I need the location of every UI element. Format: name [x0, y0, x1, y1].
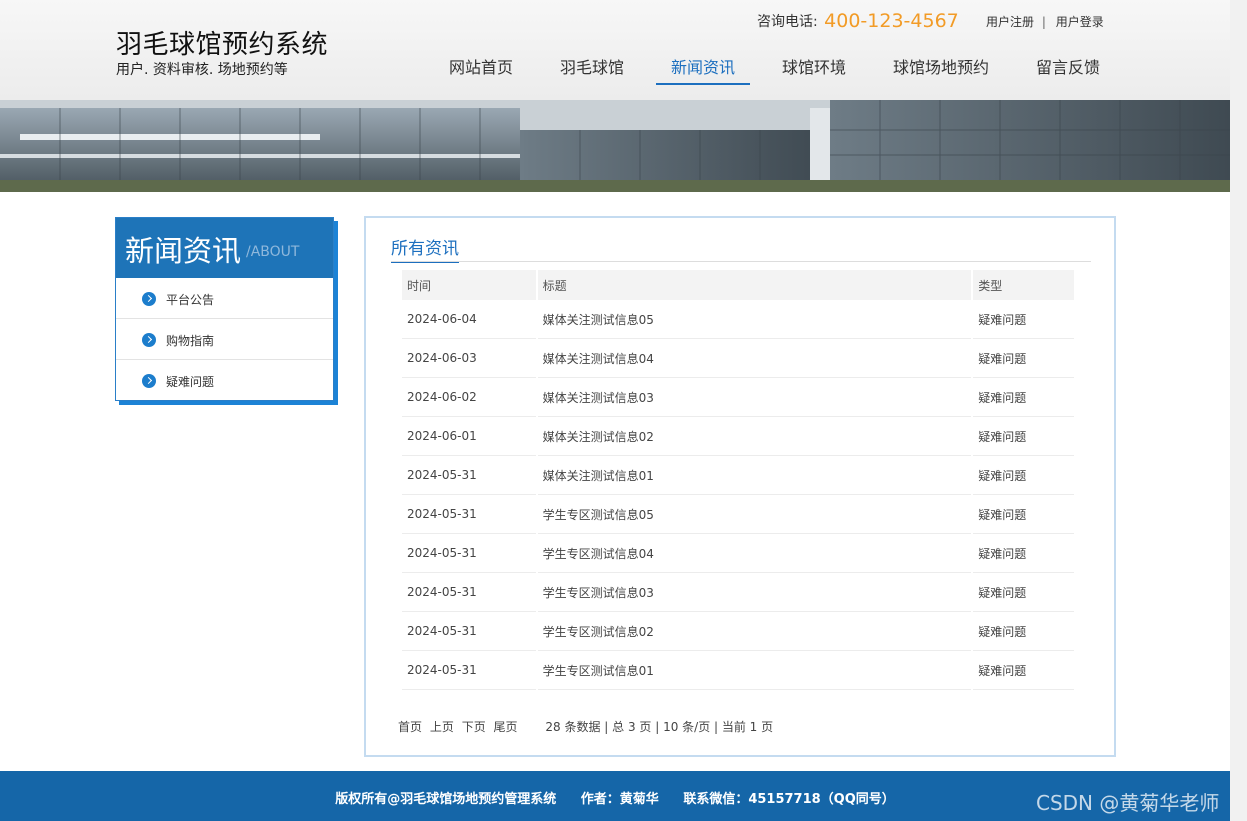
sidebar-item-label: 疑难问题: [166, 375, 215, 389]
site-subtitle: 用户. 资料审核. 场地预约等: [116, 62, 288, 78]
cell-type: 疑难问题: [973, 651, 1074, 690]
cell-title[interactable]: 媒体关注测试信息01: [537, 456, 972, 495]
news-panel: 所有资讯 时间 标题 类型 2024-06-04 媒体关注测试信息05 疑难问题 20…: [364, 216, 1116, 757]
table-row[interactable]: 2024-05-31 学生专区测试信息04 疑难问题: [402, 534, 1074, 573]
sidebar: 新闻资讯 /ABOUT 平台公告 购物指南 疑难问题: [115, 217, 338, 405]
register-link[interactable]: 用户注册: [986, 15, 1034, 29]
cell-title[interactable]: 媒体关注测试信息05: [537, 300, 972, 339]
user-links-separator: |: [1041, 15, 1046, 29]
cell-title[interactable]: 学生专区测试信息03: [537, 573, 972, 612]
cell-date: 2024-06-01: [402, 417, 536, 456]
nav-item-booking[interactable]: 球馆场地预约: [893, 58, 989, 85]
pager-first[interactable]: 首页: [398, 720, 422, 734]
pagination: 首页 上页 下页 尾页 28 条数据 | 总 3 页 | 10 条/页 | 当前…: [398, 718, 773, 735]
user-links: 用户注册 | 用户登录: [986, 13, 1104, 30]
sidebar-subtitle: /ABOUT: [246, 244, 300, 260]
table-row[interactable]: 2024-05-31 学生专区测试信息02 疑难问题: [402, 612, 1074, 651]
header: 羽毛球馆预约系统 用户. 资料审核. 场地预约等 咨询电话: 400-123-4…: [0, 0, 1230, 100]
footer-copyright: 版权所有@羽毛球馆场地预约管理系统: [335, 792, 557, 807]
cell-title[interactable]: 媒体关注测试信息03: [537, 378, 972, 417]
sidebar-item-faq[interactable]: 疑难问题: [116, 360, 333, 401]
login-link[interactable]: 用户登录: [1056, 15, 1104, 29]
cell-type: 疑难问题: [973, 339, 1074, 378]
table-header-row: 时间 标题 类型: [402, 270, 1074, 300]
watermark: CSDN @黄菊华老师: [1036, 791, 1220, 815]
column-header-title: 标题: [537, 270, 972, 300]
cell-title[interactable]: 学生专区测试信息04: [537, 534, 972, 573]
column-header-type: 类型: [973, 270, 1074, 300]
cell-date: 2024-06-04: [402, 300, 536, 339]
pager-last[interactable]: 尾页: [494, 720, 518, 734]
cell-title[interactable]: 媒体关注测试信息04: [537, 339, 972, 378]
cell-title[interactable]: 学生专区测试信息01: [537, 651, 972, 690]
hotline-label: 咨询电话:: [757, 14, 818, 30]
news-table-body: 2024-06-04 媒体关注测试信息05 疑难问题 2024-06-03 媒体关注测试…: [402, 300, 1074, 690]
building-illustration: [0, 100, 1230, 192]
sidebar-box: 新闻资讯 /ABOUT 平台公告 购物指南 疑难问题: [115, 217, 334, 401]
cell-title[interactable]: 媒体关注测试信息02: [537, 417, 972, 456]
cell-date: 2024-06-03: [402, 339, 536, 378]
scrollbar[interactable]: [1230, 0, 1247, 821]
page: 羽毛球馆预约系统 用户. 资料审核. 场地预约等 咨询电话: 400-123-4…: [0, 0, 1247, 821]
pager-prev[interactable]: 上页: [430, 720, 454, 734]
cell-type: 疑难问题: [973, 456, 1074, 495]
table-row[interactable]: 2024-06-04 媒体关注测试信息05 疑难问题: [402, 300, 1074, 339]
cell-type: 疑难问题: [973, 300, 1074, 339]
nav-item-feedback[interactable]: 留言反馈: [1036, 58, 1100, 85]
cell-title[interactable]: 学生专区测试信息02: [537, 612, 972, 651]
table-row[interactable]: 2024-05-31 媒体关注测试信息01 疑难问题: [402, 456, 1074, 495]
cell-type: 疑难问题: [973, 573, 1074, 612]
news-table: 时间 标题 类型 2024-06-04 媒体关注测试信息05 疑难问题 2024-06…: [400, 270, 1076, 690]
cell-type: 疑难问题: [973, 534, 1074, 573]
cell-type: 疑难问题: [973, 417, 1074, 456]
arrow-circle-icon: [142, 333, 156, 347]
arrow-circle-icon: [142, 292, 156, 306]
arrow-circle-icon: [142, 374, 156, 388]
footer-author: 作者：黄菊华: [580, 792, 659, 807]
nav-item-environment[interactable]: 球馆环境: [782, 58, 846, 85]
cell-date: 2024-06-02: [402, 378, 536, 417]
table-row[interactable]: 2024-05-31 学生专区测试信息05 疑难问题: [402, 495, 1074, 534]
hotline-number: 400-123-4567: [824, 10, 959, 32]
sidebar-title: 新闻资讯: [125, 234, 242, 268]
table-row[interactable]: 2024-05-31 学生专区测试信息01 疑难问题: [402, 651, 1074, 690]
cell-title[interactable]: 学生专区测试信息05: [537, 495, 972, 534]
cell-type: 疑难问题: [973, 378, 1074, 417]
column-header-date: 时间: [402, 270, 536, 300]
cell-date: 2024-05-31: [402, 573, 536, 612]
cell-date: 2024-05-31: [402, 534, 536, 573]
cell-date: 2024-05-31: [402, 456, 536, 495]
pager-next[interactable]: 下页: [462, 720, 486, 734]
banner-image: [0, 100, 1230, 192]
cell-date: 2024-05-31: [402, 651, 536, 690]
cell-type: 疑难问题: [973, 612, 1074, 651]
footer-contact: 联系微信：45157718（QQ同号）: [683, 792, 895, 807]
hotline: 咨询电话: 400-123-4567: [757, 10, 959, 32]
table-row[interactable]: 2024-06-02 媒体关注测试信息03 疑难问题: [402, 378, 1074, 417]
sidebar-header: 新闻资讯 /ABOUT: [116, 218, 333, 278]
sidebar-item-shopping-guide[interactable]: 购物指南: [116, 319, 333, 360]
cell-type: 疑难问题: [973, 495, 1074, 534]
sidebar-item-label: 平台公告: [166, 293, 215, 307]
nav-item-home[interactable]: 网站首页: [449, 58, 513, 85]
table-row[interactable]: 2024-06-01 媒体关注测试信息02 疑难问题: [402, 417, 1074, 456]
sidebar-item-label: 购物指南: [166, 334, 215, 348]
table-row[interactable]: 2024-06-03 媒体关注测试信息04 疑难问题: [402, 339, 1074, 378]
sidebar-item-announcements[interactable]: 平台公告: [116, 278, 333, 319]
cell-date: 2024-05-31: [402, 495, 536, 534]
panel-title: 所有资讯: [391, 234, 459, 263]
nav-item-news[interactable]: 新闻资讯: [656, 58, 750, 85]
pager-info: 28 条数据 | 总 3 页 | 10 条/页 | 当前 1 页: [545, 720, 774, 734]
panel-divider: [391, 261, 1091, 262]
site-title: 羽毛球馆预约系统: [116, 30, 329, 60]
nav-item-venues[interactable]: 羽毛球馆: [560, 58, 624, 85]
table-row[interactable]: 2024-05-31 学生专区测试信息03 疑难问题: [402, 573, 1074, 612]
cell-date: 2024-05-31: [402, 612, 536, 651]
